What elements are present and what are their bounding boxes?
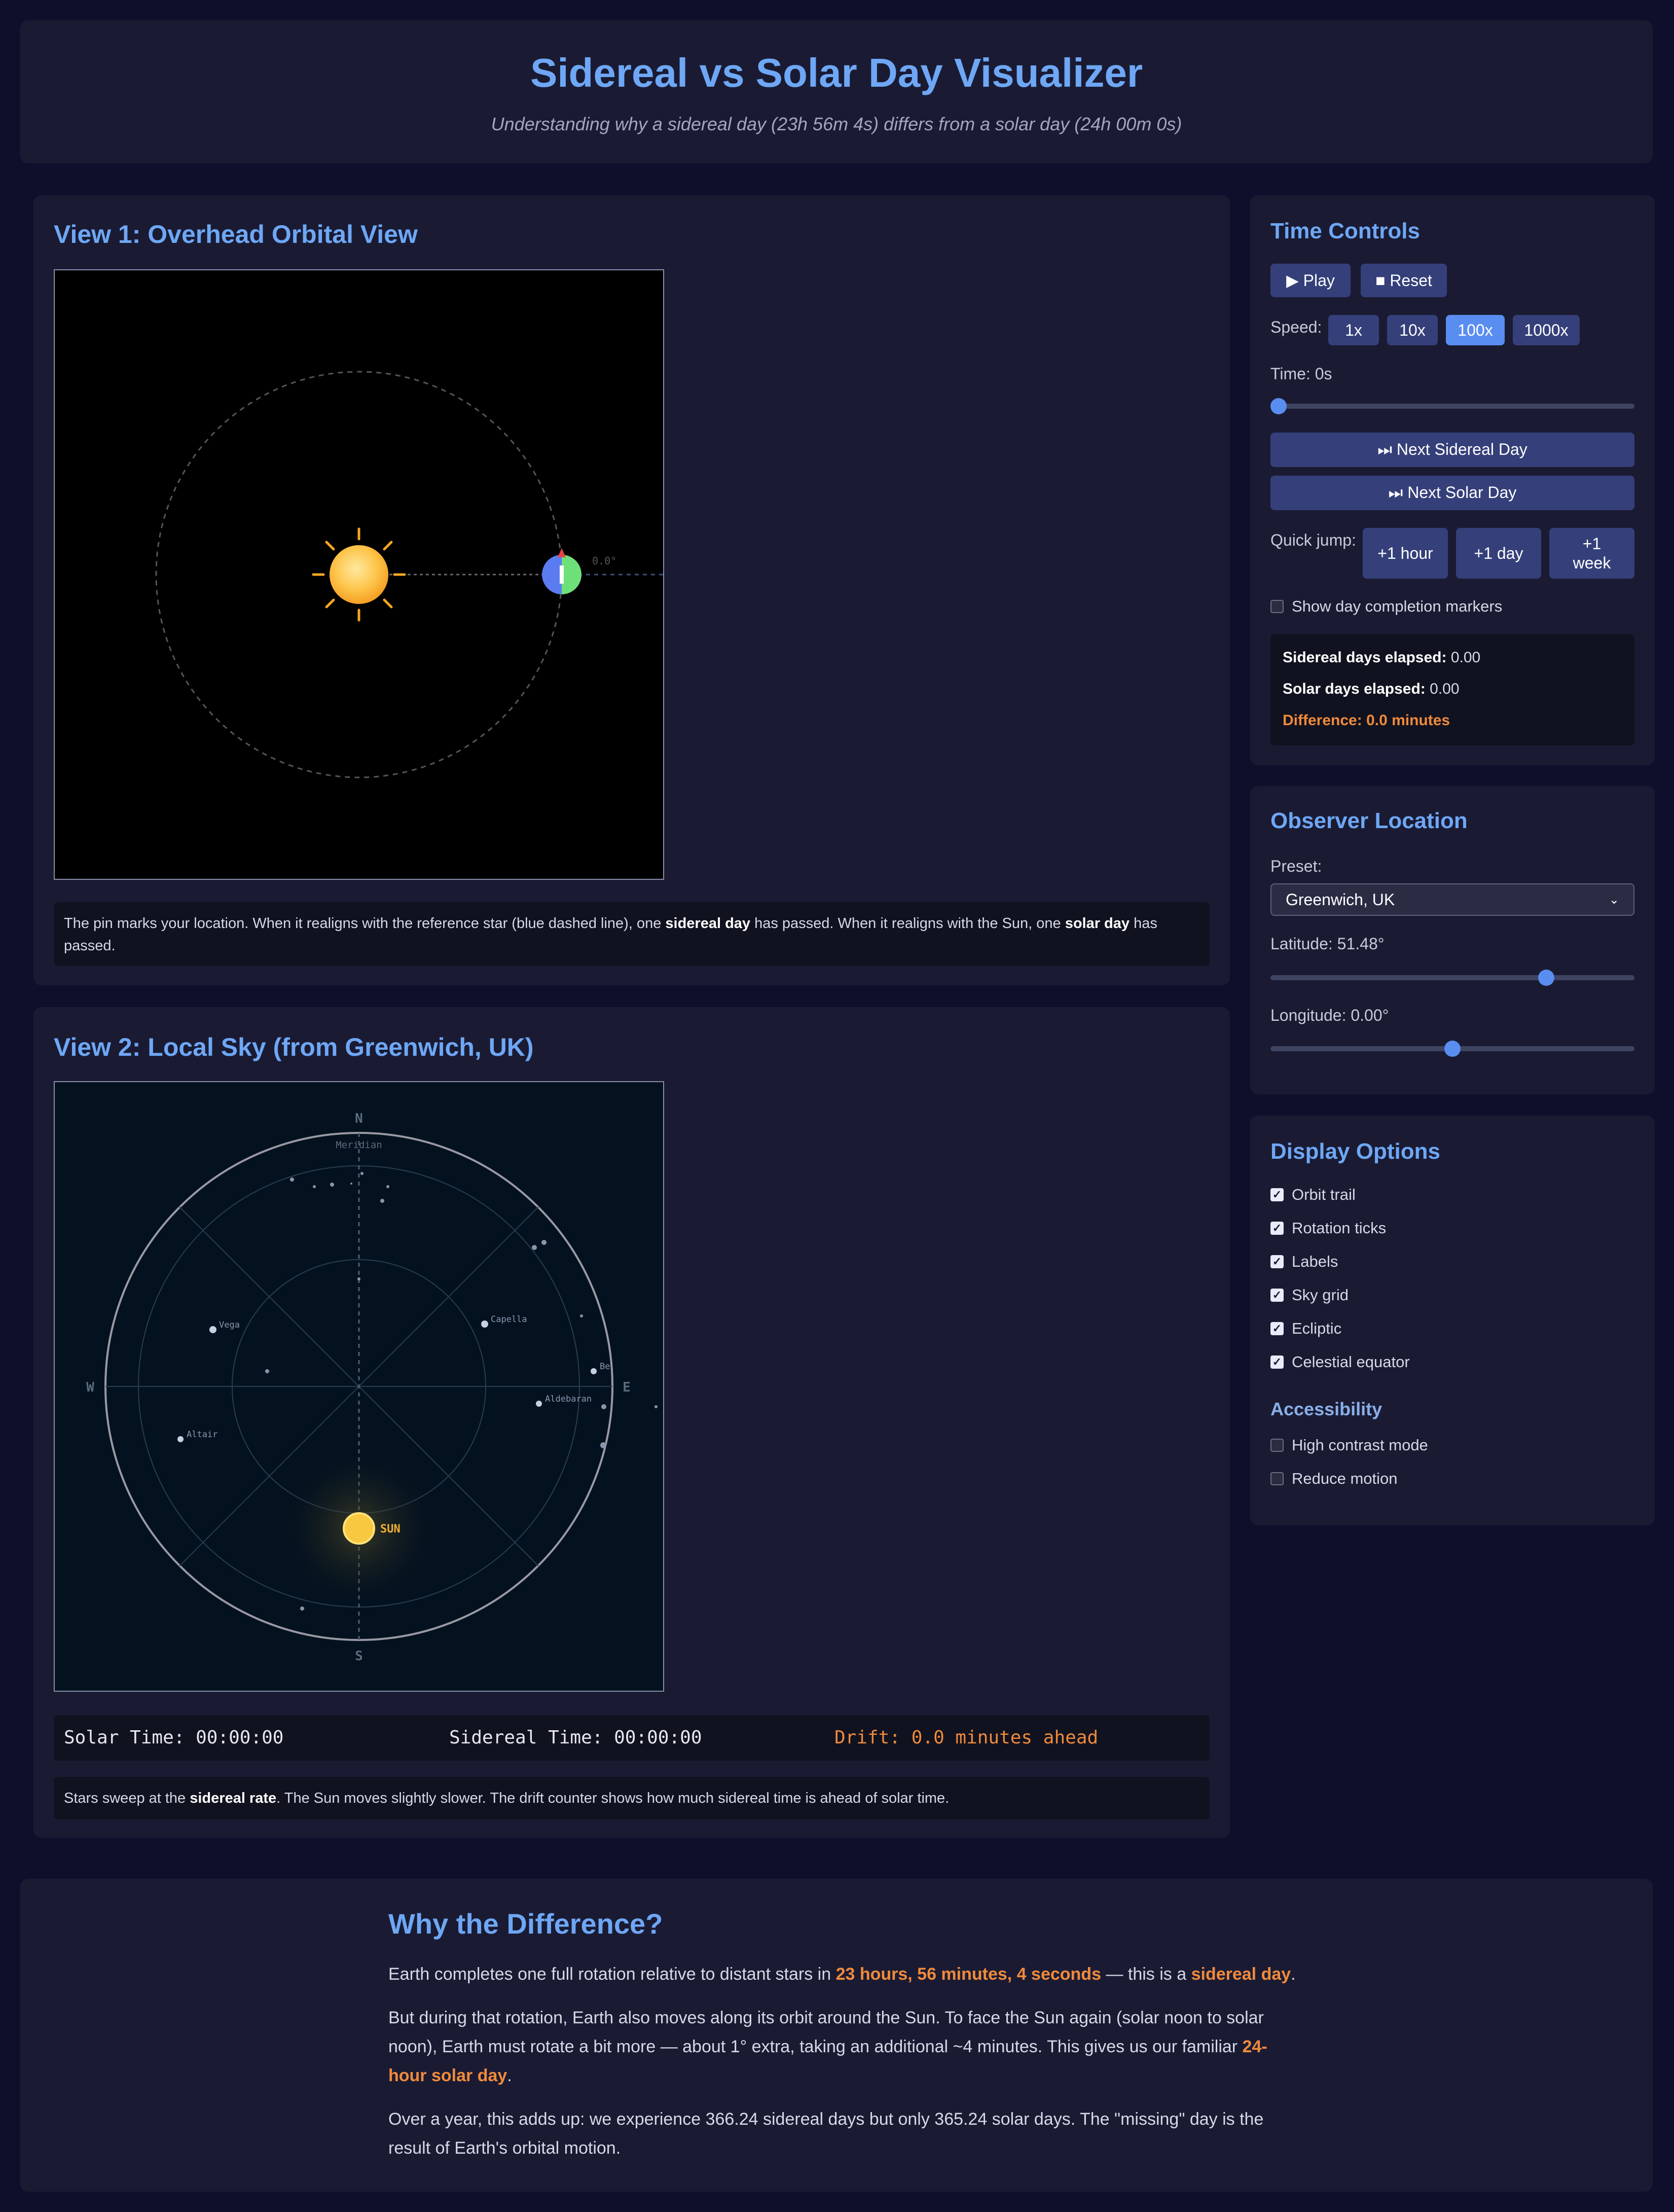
play-button[interactable]: ▶ Play [1270,264,1351,297]
latitude-label: Latitude: 51.48° [1270,935,1385,953]
observer-location-title: Observer Location [1270,808,1468,833]
local-sky-title: View 2: Local Sky (from Greenwich, UK) [54,1033,534,1061]
compass-east: E [623,1380,631,1395]
sky-grid-checkbox[interactable]: ✓ Sky grid [1270,1286,1349,1304]
svg-text:Aldebaran: Aldebaran [545,1394,592,1404]
orbit-trail-checkbox[interactable]: ✓ Orbit trail [1270,1186,1356,1204]
jump-1-hour-button[interactable]: +1 hour [1363,528,1448,579]
speed-1000x-button[interactable]: 1000x [1513,315,1580,345]
page-subtitle: Understanding why a sidereal day (23h 56… [491,114,1182,134]
explanation-title: Why the Difference? [388,1908,663,1940]
compass-south: S [355,1649,363,1664]
observer-location-panel: Observer Location Preset: Greenwich, UK … [1250,786,1655,1094]
svg-text:Be: Be [600,1362,610,1372]
latitude-slider-thumb[interactable] [1538,970,1555,986]
accessibility-title: Accessibility [1270,1399,1382,1419]
latitude-slider[interactable] [1270,970,1634,986]
explanation-paragraph-3: Over a year, this adds up: we experience… [388,2110,1264,2158]
difference-readout: Difference: 0.0 minutes [1283,712,1450,729]
high-contrast-checkbox[interactable]: High contrast mode [1270,1436,1428,1454]
next-sidereal-day-button[interactable]: ⏭ Next Sidereal Day [1270,433,1634,467]
jump-1-day-button[interactable]: +1 day [1456,528,1541,579]
compass-north: N [355,1111,363,1126]
sidereal-time-readout: Sidereal Time: 00:00:00 [449,1727,702,1748]
time-label: Time: 0s [1270,365,1332,383]
earth-icon [542,548,581,594]
solar-elapsed: Solar days elapsed: 0.00 [1283,681,1460,697]
reduce-motion-checkbox[interactable]: Reduce motion [1270,1470,1398,1488]
time-controls-title: Time Controls [1270,219,1421,243]
time-readout-bar: Solar Time: 00:00:00 Sidereal Time: 00:0… [54,1715,1210,1761]
svg-text:Vega: Vega [219,1320,240,1330]
svg-text:Capella: Capella [491,1314,527,1325]
display-options-panel: Display Options ✓ Orbit trail ✓ Rotation t… [1250,1116,1655,1525]
longitude-slider-thumb[interactable] [1444,1041,1461,1057]
speed-label: Speed: [1270,318,1322,336]
day-markers-checkbox[interactable]: Show day completion markers [1270,597,1502,616]
quick-jump-label: Quick jump: [1270,531,1356,549]
sky-canvas[interactable]: SUN Vega Capella Altair Aldebaran Be N S… [54,1081,664,1692]
orbital-canvas[interactable]: 0.0° [54,269,664,880]
sky-dome: SUN Vega Capella Altair Aldebaran Be N S… [86,1111,658,1664]
time-controls-panel: Time Controls ▶ Play ■ Reset Speed: 1x 1… [1250,195,1655,765]
reset-button[interactable]: ■ Reset [1361,264,1447,297]
orbital-view-title: View 1: Overhead Orbital View [54,220,418,248]
labels-checkbox[interactable]: ✓ Labels [1270,1253,1338,1271]
orbital-view-panel: View 1: Overhead Orbital View 0.0° The p… [33,195,1230,985]
star-vega [209,1326,216,1333]
ecliptic-checkbox[interactable]: ✓ Ecliptic [1270,1319,1341,1338]
drift-readout: Drift: 0.0 minutes ahead [834,1727,1099,1748]
sidereal-elapsed: Sidereal days elapsed: 0.00 [1283,649,1481,666]
jump-1-week-button[interactable]: +1 week [1549,528,1634,579]
orbital-view-note: The pin marks your location. When it rea… [54,902,1210,966]
local-sky-panel: View 2: Local Sky (from Greenwich, UK) S… [33,1007,1230,1838]
next-solar-day-button[interactable]: ⏭ Next Solar Day [1270,476,1634,510]
explanation-paragraph-2: But during that rotation, Earth also mov… [388,2008,1267,2085]
longitude-label: Longitude: 0.00° [1270,1006,1389,1024]
page-title: Sidereal vs Solar Day Visualizer [530,50,1143,95]
explanation-panel: Why the Difference? Earth completes one … [20,1879,1653,2192]
star-capella [481,1321,488,1328]
solar-time-readout: Solar Time: 00:00:00 [64,1727,284,1748]
time-slider[interactable] [1270,398,1634,414]
explanation-paragraph-1: Earth completes one full rotation relati… [388,1965,1296,1984]
star-be [591,1368,597,1374]
compass-west: W [86,1380,94,1395]
speed-10x-button[interactable]: 10x [1387,315,1438,345]
display-options-title: Display Options [1270,1139,1440,1164]
star-aldebaran [536,1401,542,1407]
sun-icon [343,1512,375,1545]
elapsed-stats: Sidereal days elapsed: 0.00 Solar days e… [1270,634,1634,745]
location-pin-icon [558,548,566,557]
orbital-diagram: 0.0° [155,371,663,778]
longitude-slider[interactable] [1270,1041,1634,1057]
page-header: Sidereal vs Solar Day Visualizer Underst… [20,20,1653,163]
speed-1x-button[interactable]: 1x [1328,315,1379,345]
rotation-angle-label: 0.0° [592,555,616,567]
speed-100x-button[interactable]: 100x [1446,315,1505,345]
rotation-ticks-checkbox[interactable]: ✓ Rotation ticks [1270,1219,1386,1237]
local-sky-note: Stars sweep at the sidereal rate. The Su… [54,1777,1210,1819]
meridian-label: Meridian [336,1139,382,1151]
time-slider-thumb[interactable] [1270,398,1287,414]
sun-label: SUN [380,1523,401,1536]
location-preset-select[interactable]: Greenwich, UK ⌄ [1270,883,1634,916]
preset-label: Preset: [1270,857,1322,875]
star-altair [177,1436,184,1442]
celestial-equator-checkbox[interactable]: ✓ Celestial equator [1270,1353,1410,1371]
svg-text:Altair: Altair [187,1430,217,1440]
checkbox-box[interactable] [1270,600,1284,613]
chevron-down-icon: ⌄ [1609,893,1619,907]
